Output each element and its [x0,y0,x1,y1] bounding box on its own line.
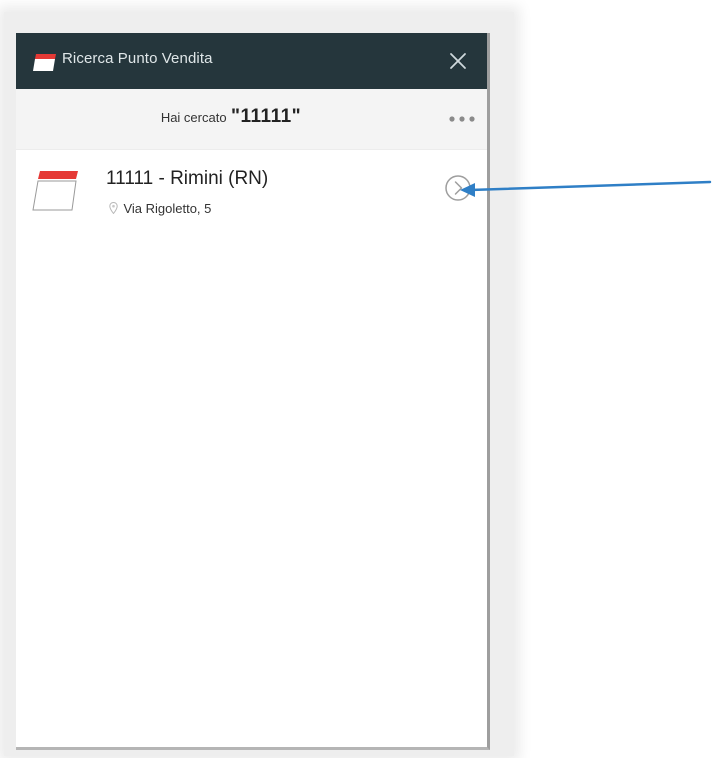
search-summary: Hai cercato "11111" [16,106,446,128]
store-search-dialog: Ricerca Punto Vendita Hai cercato "11111… [16,33,490,750]
close-icon[interactable] [446,49,470,73]
store-address: Via Rigoletto, 5 [123,201,212,216]
search-query-value: "11111" [231,106,302,127]
dialog-header: Ricerca Punto Vendita [16,33,487,89]
store-name: 11111 - Rimini (RN) [106,168,269,189]
location-pin-icon [109,202,118,214]
annotation-arrow-icon [460,180,712,197]
search-prefix-label: Hai cercato [160,110,227,125]
more-dots-icon[interactable] [446,109,482,129]
dialog-title: Ricerca Punto Vendita [62,50,213,67]
search-summary-bar: Hai cercato "11111" [16,89,487,150]
list-item[interactable]: 11111 - Rimini (RN) Via Rigoletto, 5 [16,150,487,222]
store-calendar-icon [32,171,78,211]
store-calendar-icon [33,54,56,71]
store-address-line: Via Rigoletto, 5 [109,200,211,218]
